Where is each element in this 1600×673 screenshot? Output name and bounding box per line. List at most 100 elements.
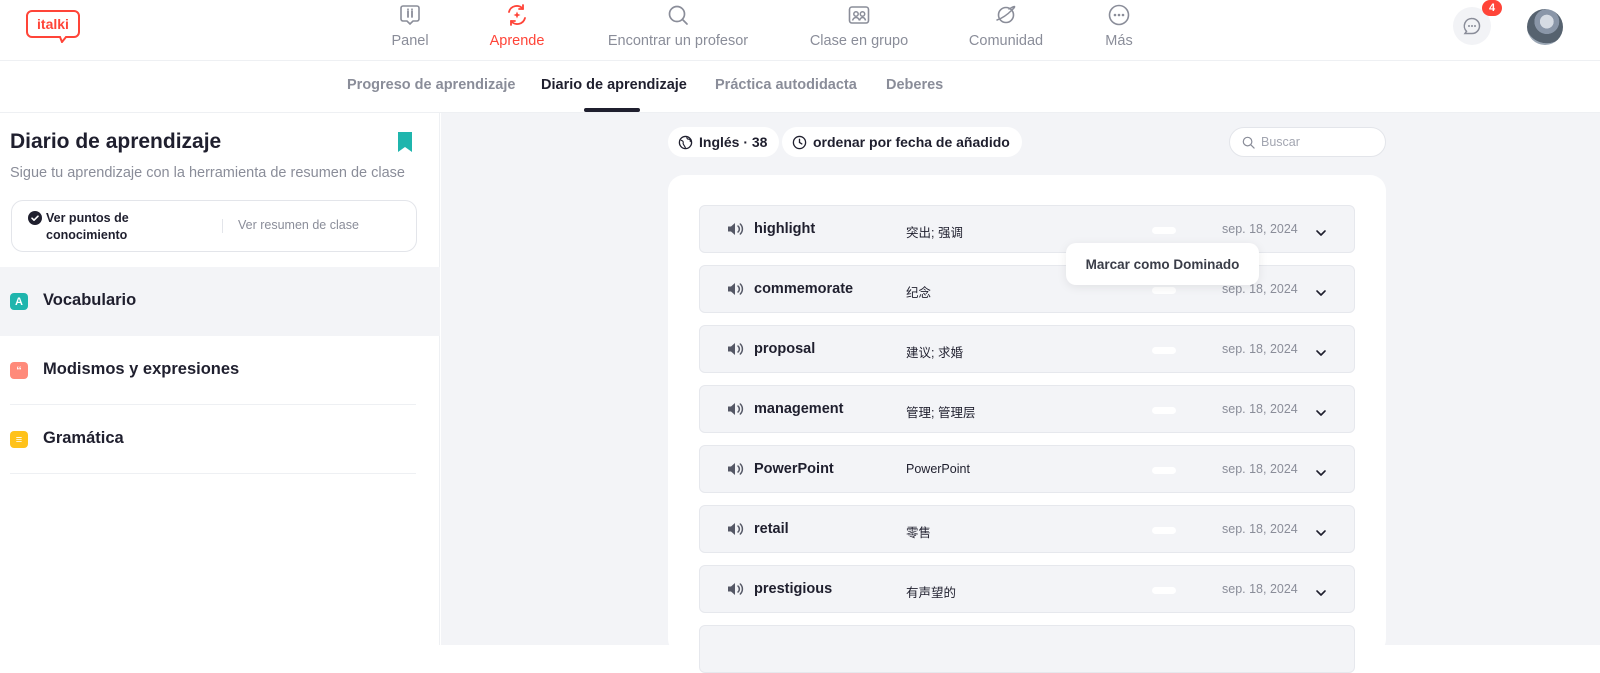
- word-text: prestigious: [754, 581, 833, 597]
- ver-puntos-conocimiento-option[interactable]: Ver puntos de conocimiento: [28, 210, 148, 244]
- vocabulary-main: Inglés · 38 ordenar por fecha de añadido…: [441, 113, 1600, 673]
- word-row[interactable]: retail 零售 sep. 18, 2024: [699, 505, 1355, 553]
- search-icon: [665, 2, 691, 28]
- category-gramatica[interactable]: ≡ Gramática: [0, 405, 440, 474]
- tab-progreso[interactable]: Progreso de aprendizaje: [347, 77, 515, 93]
- sort-label: ordenar por fecha de añadido: [813, 134, 1010, 150]
- nav-label: Comunidad: [968, 33, 1044, 49]
- group-class-icon: [846, 2, 872, 28]
- word-translation: 有声望的: [906, 586, 957, 600]
- grammar-icon: ≡: [10, 431, 28, 448]
- check-circle-icon: [28, 211, 42, 225]
- toggle-label: Ver puntos de conocimiento: [46, 211, 129, 242]
- learn-subtabs: Progreso de aprendizaje Diario de aprend…: [0, 61, 1600, 113]
- sort-dropdown[interactable]: ordenar por fecha de añadido: [782, 127, 1022, 157]
- nav-label: Más: [1105, 33, 1133, 49]
- category-vocabulario[interactable]: A Vocabulario: [0, 267, 440, 336]
- messages-count-badge: 4: [1482, 0, 1502, 16]
- speaker-icon[interactable]: [727, 582, 744, 596]
- word-translation: PowerPoint: [906, 462, 970, 476]
- speaker-icon[interactable]: [727, 222, 744, 236]
- chevron-down-icon[interactable]: [1315, 525, 1327, 536]
- category-modismos[interactable]: “ Modismos y expresiones: [0, 336, 440, 405]
- nav-label: Aprende: [489, 33, 545, 49]
- mark-as-mastered-tooltip: Marcar como Dominado: [1066, 243, 1259, 285]
- chevron-down-icon[interactable]: [1315, 405, 1327, 416]
- tab-diario[interactable]: Diario de aprendizaje: [541, 77, 687, 93]
- tab-practica[interactable]: Práctica autodidacta: [715, 77, 857, 93]
- chevron-down-icon[interactable]: [1315, 345, 1327, 356]
- divider: [10, 473, 416, 474]
- word-translation: 突出; 强调: [906, 226, 963, 240]
- learn-icon: [504, 2, 530, 28]
- nav-comunidad[interactable]: Comunidad: [969, 0, 1043, 61]
- word-text: retail: [754, 521, 789, 537]
- word-row[interactable]: proposal 建议; 求婚 sep. 18, 2024: [699, 325, 1355, 373]
- quote-icon: “: [10, 362, 28, 379]
- search-box[interactable]: [1229, 127, 1386, 157]
- nav-mas[interactable]: Más: [1105, 0, 1133, 61]
- speaker-icon[interactable]: [727, 522, 744, 536]
- word-translation: 管理; 管理层: [906, 406, 976, 420]
- nav-clase-grupo[interactable]: Clase en grupo: [810, 0, 908, 61]
- word-row[interactable]: management 管理; 管理层 sep. 18, 2024: [699, 385, 1355, 433]
- mark-mastered-toggle[interactable]: [1152, 467, 1176, 474]
- speaker-icon[interactable]: [727, 282, 744, 296]
- learning-journal-sidebar: Diario de aprendizaje Sigue tu aprendiza…: [0, 113, 440, 645]
- word-translation: 纪念: [906, 286, 932, 300]
- more-icon: [1106, 2, 1132, 28]
- category-label: Gramática: [43, 429, 124, 447]
- chevron-down-icon[interactable]: [1315, 585, 1327, 596]
- clock-icon: [792, 135, 807, 149]
- mark-mastered-toggle[interactable]: [1152, 287, 1176, 294]
- word-date: sep. 18, 2024: [1222, 582, 1298, 596]
- mark-mastered-toggle[interactable]: [1152, 407, 1176, 414]
- page-subtitle: Sigue tu aprendizaje con la herramienta …: [10, 165, 405, 181]
- word-row[interactable]: prestigious 有声望的 sep. 18, 2024: [699, 565, 1355, 613]
- word-date: sep. 18, 2024: [1222, 462, 1298, 476]
- top-navigation-bar: italki Panel Aprende Encontrar un profes…: [0, 0, 1600, 61]
- word-translation: 建议; 求婚: [906, 346, 963, 360]
- italki-logo[interactable]: italki: [26, 10, 80, 43]
- vocabulary-icon: A: [10, 293, 28, 310]
- word-text: PowerPoint: [754, 461, 834, 477]
- speaker-icon[interactable]: [727, 402, 744, 416]
- ver-resumen-clase-option[interactable]: Ver resumen de clase: [238, 218, 359, 232]
- community-icon: [993, 2, 1019, 28]
- nav-label: Clase en grupo: [809, 33, 909, 49]
- word-row[interactable]: [699, 625, 1355, 673]
- mark-mastered-toggle[interactable]: [1152, 527, 1176, 534]
- language-icon: [678, 135, 693, 149]
- word-text: management: [754, 401, 844, 417]
- word-list-card: highlight 突出; 强调 sep. 18, 2024 commemorate 纪…: [668, 175, 1386, 673]
- user-avatar[interactable]: [1527, 9, 1563, 45]
- nav-label: Encontrar un profesor: [607, 33, 749, 49]
- search-input[interactable]: [1261, 135, 1371, 149]
- word-row[interactable]: PowerPoint PowerPoint sep. 18, 2024: [699, 445, 1355, 493]
- mark-mastered-toggle[interactable]: [1152, 587, 1176, 594]
- word-text: highlight: [754, 221, 816, 237]
- word-date: sep. 18, 2024: [1222, 402, 1298, 416]
- chevron-down-icon[interactable]: [1315, 465, 1327, 476]
- category-label: Modismos y expresiones: [43, 360, 240, 378]
- speaker-icon[interactable]: [727, 462, 744, 476]
- search-icon: [1242, 136, 1255, 149]
- word-text: commemorate: [754, 281, 854, 297]
- language-filter[interactable]: Inglés · 38: [668, 127, 780, 157]
- speaker-icon[interactable]: [727, 342, 744, 356]
- divider: [222, 219, 223, 233]
- word-date: sep. 18, 2024: [1222, 222, 1298, 236]
- word-translation: 零售: [906, 526, 932, 540]
- bookmark-icon[interactable]: [397, 131, 413, 153]
- nav-panel[interactable]: Panel: [391, 0, 429, 61]
- chevron-down-icon[interactable]: [1315, 225, 1327, 236]
- nav-encontrar-profesor[interactable]: Encontrar un profesor: [606, 0, 750, 61]
- tab-deberes[interactable]: Deberes: [886, 77, 943, 93]
- nav-aprende[interactable]: Aprende: [489, 0, 545, 61]
- chevron-down-icon[interactable]: [1315, 285, 1327, 296]
- logo-text: italki: [37, 16, 69, 32]
- mark-mastered-toggle[interactable]: [1152, 227, 1176, 234]
- word-text: proposal: [754, 341, 816, 357]
- dashboard-icon: [397, 2, 423, 28]
- mark-mastered-toggle[interactable]: [1152, 347, 1176, 354]
